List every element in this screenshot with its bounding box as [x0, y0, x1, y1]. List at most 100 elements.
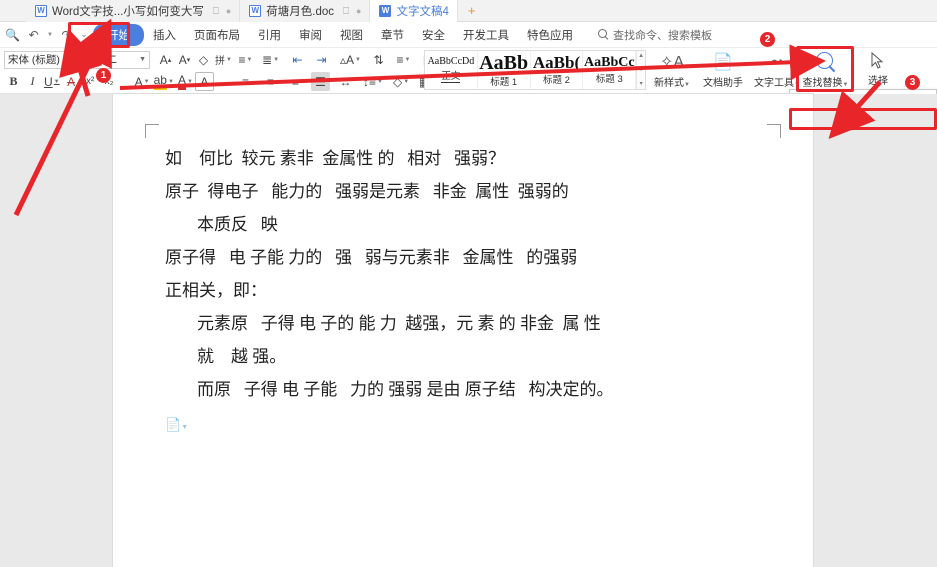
close-icon[interactable]: ●: [226, 6, 231, 16]
font-size-value: 小二: [96, 54, 117, 66]
doc-line-4: 原子得 电 子能 力的 强 弱与元素非 金属性 的强弱: [165, 248, 578, 267]
font-color-icon[interactable]: A ▼: [176, 72, 195, 91]
search-icon: [598, 29, 609, 40]
word-file-icon: W: [379, 5, 392, 17]
new-style-label: 新样式▼: [654, 77, 690, 89]
align-justify-icon[interactable]: ☰: [311, 72, 330, 91]
tab-section[interactable]: 章节: [372, 24, 413, 46]
pin-icon[interactable]: ⎕: [343, 6, 349, 17]
underline-icon[interactable]: U ▼: [42, 72, 62, 91]
tab-security[interactable]: 安全: [413, 24, 454, 46]
tab-page-layout[interactable]: 页面布局: [185, 24, 249, 46]
tab-developer-tools[interactable]: 开发工具: [454, 24, 518, 46]
style-name: 标题 2: [543, 75, 570, 86]
style-item-heading-1[interactable]: AaBb 标题 1: [478, 51, 531, 89]
quick-access-toolbar: 🔍 ↶ ▼ ↷ ⌄: [0, 26, 89, 43]
styles-gallery[interactable]: AaBbCcDd 正文 AaBb 标题 1 AaBb( 标题 2 AaBbCc …: [424, 50, 646, 90]
text-tools-icon: ∾: [770, 53, 784, 71]
style-item-heading-2[interactable]: AaBb( 标题 2: [531, 51, 584, 89]
chevron-down-icon: ▼: [139, 56, 146, 63]
align-left-icon[interactable]: ≡: [236, 72, 255, 91]
strikethrough-icon[interactable]: A: [62, 72, 81, 91]
sort-icon[interactable]: ⇅: [369, 50, 388, 69]
doc-tab-3[interactable]: W 文字文稿4: [370, 0, 458, 22]
chevron-up-icon[interactable]: ▲: [638, 53, 644, 59]
tab-featured-apps[interactable]: 特色应用: [518, 24, 582, 46]
shading-icon[interactable]: ◇ ▼: [391, 72, 411, 91]
chevron-down-icon: ▼: [79, 56, 86, 63]
clear-format-icon[interactable]: ◇: [194, 50, 213, 69]
style-name: 标题 3: [595, 73, 623, 85]
pin-icon[interactable]: ⎕: [213, 6, 219, 17]
select-button[interactable]: 选择: [855, 49, 901, 90]
find-replace-label: 查找替换▼: [802, 77, 849, 89]
italic-icon[interactable]: I: [23, 72, 42, 91]
align-right-icon[interactable]: ≡: [286, 72, 305, 91]
tab-insert[interactable]: 插入: [144, 24, 185, 46]
tab-start[interactable]: 开始: [93, 23, 144, 46]
tab-view[interactable]: 视图: [331, 24, 372, 46]
qat-more-icon[interactable]: ⌄: [79, 26, 89, 43]
word-file-icon: W: [35, 5, 47, 17]
doc-line-2: 原子 得电子 能力的 强弱是元素 非金 属性 强弱的: [165, 182, 569, 201]
cursor-icon: [871, 52, 884, 69]
document-tab-bar: W Word文字技...小写如何变大写 ⎕ ● W 荷塘月色.doc ⎕ ● W…: [0, 0, 937, 22]
undo-dropdown-icon[interactable]: ▼: [46, 26, 54, 43]
document-page[interactable]: 如 何比 较元 素非 金属性 的 相对 强弱？ 原子 得电子 能力的 强弱是元素…: [113, 94, 813, 567]
bullet-list-icon[interactable]: ≡ ▼: [236, 50, 255, 69]
style-sample: AaBb(: [532, 53, 581, 72]
new-style-button[interactable]: ✧A 新样式▼: [648, 49, 696, 91]
style-item-normal[interactable]: AaBbCcDd 正文: [425, 51, 478, 89]
character-border-icon[interactable]: A: [194, 72, 214, 91]
chevron-down-icon[interactable]: ▼: [638, 67, 644, 73]
tab-references[interactable]: 引用: [249, 24, 290, 46]
doc-line-7: 就 越 强。: [197, 347, 287, 366]
highlight-color-icon[interactable]: ab ▼: [152, 72, 176, 91]
style-name: 标题 1: [490, 76, 518, 88]
numbered-list-icon[interactable]: ≣ ▼: [260, 50, 281, 69]
decrease-indent-icon[interactable]: ⇤: [288, 50, 307, 69]
ribbon-tabs: 开始 插入 页面布局 引用 审阅 视图 章节 安全 开发工具 特色应用: [93, 23, 582, 46]
bold-icon[interactable]: B: [4, 72, 23, 91]
command-search-box[interactable]: 查找命令、搜索模板: [598, 27, 712, 43]
font-name-input[interactable]: 宋体 (标题) ▼: [4, 50, 90, 69]
search-doc-icon[interactable]: 🔍: [4, 26, 21, 43]
grow-font-icon[interactable]: A ▴: [156, 50, 175, 69]
text-effects-icon[interactable]: A ▼: [133, 72, 152, 91]
word-file-icon: W: [249, 5, 262, 17]
style-item-heading-3[interactable]: AaBbCc 标题 3: [583, 51, 637, 89]
document-text-body[interactable]: 如 何比 较元 素非 金属性 的 相对 强弱？ 原子 得电子 能力的 强弱是元素…: [165, 142, 789, 406]
shrink-font-icon[interactable]: A ▾: [175, 50, 194, 69]
doc-assistant-button[interactable]: 📄 文档助手: [697, 49, 749, 91]
doc-tab-1[interactable]: W Word文字技...小写如何变大写 ⎕ ●: [26, 0, 241, 22]
font-size-input[interactable]: 小二 ▼: [90, 50, 150, 69]
doc-line-5: 正相关，即：: [165, 281, 267, 300]
badge-2: 2: [760, 32, 775, 47]
new-style-icon: ✧A: [659, 53, 685, 71]
distribute-icon[interactable]: ↔: [336, 72, 355, 91]
tab-review[interactable]: 审阅: [290, 24, 331, 46]
doc-tab-3-label: 文字文稿4: [396, 6, 449, 18]
margin-corner-top-left: [145, 124, 159, 138]
show-marks-icon[interactable]: ≡ ▼: [394, 50, 413, 69]
margin-corner-top-right: [767, 124, 781, 138]
paste-options-icon[interactable]: 📄▼: [165, 417, 188, 433]
pinyin-guide-icon[interactable]: 拼 ▼: [213, 50, 234, 69]
increase-indent-icon[interactable]: ⇥: [312, 50, 331, 69]
chinese-layout-icon[interactable]: ▵A ▼: [338, 50, 363, 69]
redo-icon[interactable]: ↷: [58, 26, 75, 43]
text-tools-button[interactable]: ∾ 文字工具▼: [748, 49, 806, 91]
close-icon[interactable]: ●: [356, 6, 361, 16]
undo-icon[interactable]: ↶: [25, 26, 42, 43]
gallery-expand-icon[interactable]: ▾: [640, 80, 643, 87]
styles-gallery-scroll[interactable]: ▲ ▼ ▾: [636, 51, 645, 89]
find-replace-button[interactable]: 查找替换▼: [800, 49, 851, 90]
align-center-icon[interactable]: ≡: [261, 72, 280, 91]
line-spacing-icon[interactable]: ↕≡ ▼: [361, 72, 385, 91]
new-tab-button[interactable]: +: [458, 0, 486, 21]
badge-3: 3: [905, 75, 920, 90]
style-name: 正文: [441, 68, 461, 83]
doc-tab-2-label: 荷塘月色.doc: [266, 6, 335, 18]
doc-tab-2[interactable]: W 荷塘月色.doc ⎕ ●: [240, 0, 371, 22]
paragraph-group-row-top: ≡▼ ≣▼ ⇤ ⇥ ▵A▼ ⇅ ≡▼ ▦: [236, 50, 438, 69]
